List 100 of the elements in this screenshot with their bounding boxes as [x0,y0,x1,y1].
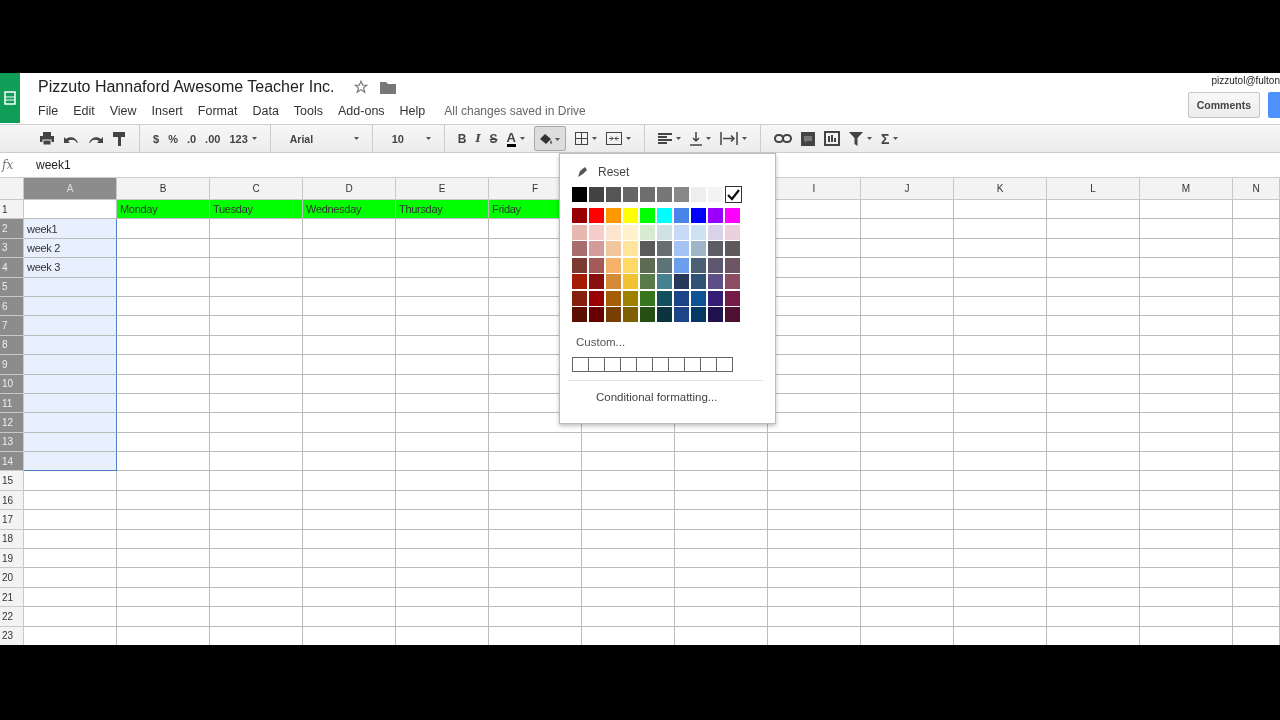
folder-icon[interactable] [380,80,397,94]
color-swatch[interactable] [623,290,638,306]
color-swatch[interactable] [589,224,604,240]
currency-button[interactable]: $ [153,132,160,145]
text-color-button[interactable]: A [506,130,516,147]
color-swatch[interactable] [589,208,604,223]
column-header[interactable]: K [954,178,1047,200]
color-swatch[interactable] [572,241,587,256]
color-swatch[interactable] [572,208,587,223]
menu-item[interactable]: Data [252,104,279,118]
menu-item[interactable]: File [38,104,59,118]
color-swatch[interactable] [640,290,655,306]
color-swatch[interactable] [657,307,672,322]
align-left-icon[interactable] [658,133,672,144]
increase-decimals-button[interactable]: .00 [205,132,221,145]
color-swatch[interactable] [708,274,723,289]
star-icon[interactable] [354,80,369,94]
fill-color-button[interactable] [534,126,566,151]
more-formats-button[interactable]: 123 [229,132,248,145]
color-swatch[interactable] [623,257,638,273]
percent-button[interactable]: % [168,132,178,145]
color-swatch[interactable] [589,241,604,256]
caret-icon[interactable] [251,137,257,140]
custom-color-slot[interactable] [652,357,669,372]
column-header[interactable]: C [210,178,303,200]
caret-icon[interactable] [520,137,525,140]
borders-icon[interactable] [575,132,588,145]
custom-color-slot[interactable] [572,357,589,372]
caret-icon[interactable] [706,137,711,140]
print-icon[interactable] [40,132,54,145]
color-swatch[interactable] [640,187,655,202]
caret-icon[interactable] [353,137,359,140]
color-swatch[interactable] [572,290,587,306]
custom-menu-item[interactable]: Custom... [576,336,775,348]
caret-icon[interactable] [425,137,431,140]
row-header[interactable]: 17 [0,510,24,530]
functions-button[interactable]: Σ [881,130,890,147]
color-swatch[interactable] [725,241,740,256]
color-swatch[interactable] [572,274,587,289]
color-swatch[interactable] [657,290,672,306]
color-swatch[interactable] [725,224,740,240]
color-swatch[interactable] [691,290,706,306]
color-swatch[interactable] [691,257,706,273]
chart-icon[interactable] [824,131,840,146]
color-swatch[interactable] [640,241,655,256]
menu-item[interactable]: Help [399,104,426,118]
column-header[interactable]: D [303,178,396,200]
select-all-corner[interactable] [0,178,24,200]
color-swatch[interactable] [708,307,723,322]
color-swatch[interactable] [606,290,621,306]
formula-field[interactable]: week1 [36,158,71,172]
decrease-decimals-button[interactable]: .0 [186,132,197,145]
color-swatch[interactable] [572,307,587,322]
color-swatch[interactable] [640,274,655,289]
color-swatch[interactable] [606,241,621,256]
color-swatch[interactable] [623,187,638,202]
custom-color-slot[interactable] [684,357,701,372]
color-swatch[interactable] [657,274,672,289]
row-header[interactable]: 15 [0,471,24,491]
color-swatch[interactable] [725,274,740,289]
menu-item[interactable]: Tools [293,104,324,118]
column-header[interactable]: M [1140,178,1233,200]
color-swatch[interactable] [674,208,689,223]
color-swatch[interactable] [674,187,689,202]
italic-button[interactable]: I [475,132,481,145]
caret-icon[interactable] [867,137,872,140]
color-swatch[interactable] [589,290,604,306]
color-swatch[interactable] [572,257,587,273]
custom-color-slot[interactable] [668,357,685,372]
color-swatch[interactable] [691,307,706,322]
color-swatch[interactable] [606,257,621,273]
bold-button[interactable]: B [457,131,467,146]
row-header[interactable]: 16 [0,490,24,511]
color-swatch[interactable] [691,208,706,223]
comments-button[interactable]: Comments [1187,92,1260,118]
color-swatch[interactable] [657,187,672,202]
comment-icon[interactable] [801,131,815,146]
color-swatch[interactable] [725,208,740,223]
color-swatch[interactable] [623,307,638,322]
filter-icon[interactable] [849,131,863,146]
caret-icon[interactable] [676,137,681,140]
column-header[interactable]: N [1233,178,1280,200]
row-header[interactable]: 22 [0,607,24,627]
color-swatch[interactable] [725,290,740,306]
strikethrough-button[interactable]: S [489,131,498,146]
color-swatch[interactable] [589,307,604,322]
sheets-logo-icon[interactable] [0,73,20,123]
color-swatch[interactable] [708,290,723,306]
color-swatch[interactable] [725,257,740,273]
custom-color-slot[interactable] [604,357,621,372]
column-header[interactable]: E [396,178,489,200]
row-header[interactable]: 1 [0,200,24,220]
menu-item[interactable]: Add-ons [338,104,385,118]
caret-icon[interactable] [893,137,899,140]
color-swatch[interactable] [657,257,672,273]
column-header[interactable]: L [1047,178,1140,200]
color-swatch[interactable] [691,274,706,289]
row-header[interactable]: 21 [0,587,24,608]
color-swatch[interactable] [725,186,742,203]
merge-cells-icon[interactable] [606,132,622,145]
